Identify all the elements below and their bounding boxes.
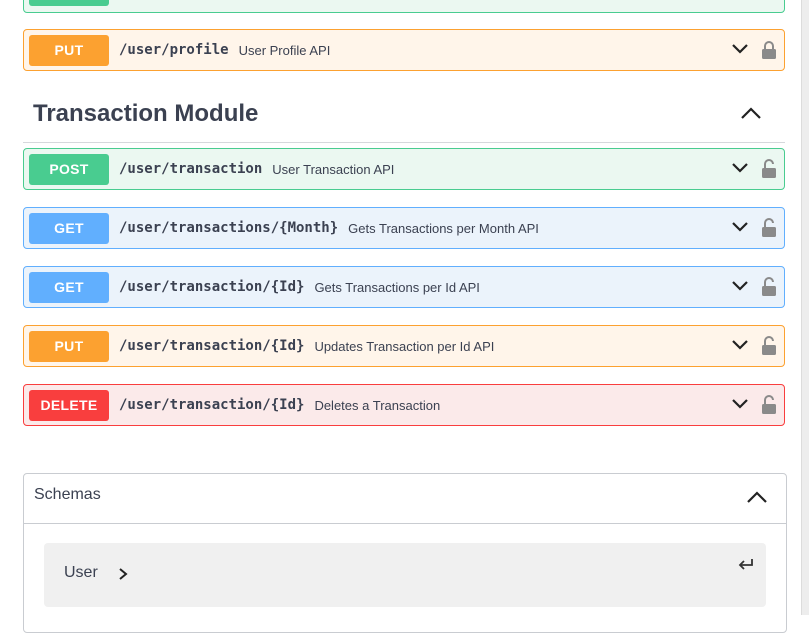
- chevron-up-icon[interactable]: [740, 106, 762, 120]
- operation-summary: Deletes a Transaction: [314, 397, 441, 413]
- chevron-down-icon[interactable]: [731, 280, 749, 292]
- operation-partial[interactable]: [23, 0, 785, 13]
- operation-get-transaction-id[interactable]: GET /user/transaction/{Id} Gets Transact…: [23, 266, 785, 308]
- operation-path: /user/transaction/{Id}: [119, 397, 305, 413]
- operation-path: /user/transaction: [119, 161, 263, 177]
- method-badge: PUT: [29, 34, 109, 66]
- method-badge: DELETE: [29, 389, 109, 421]
- schemas-header[interactable]: Schemas: [24, 474, 786, 524]
- chevron-down-icon[interactable]: [731, 221, 749, 233]
- chevron-down-icon[interactable]: [731, 398, 749, 410]
- section-title: Transaction Module: [33, 100, 259, 127]
- unlock-icon[interactable]: [761, 159, 777, 179]
- chevron-right-icon[interactable]: [118, 568, 128, 580]
- return-icon[interactable]: [737, 558, 755, 572]
- method-badge: POST: [29, 153, 109, 185]
- operation-summary: User Profile API: [238, 42, 331, 58]
- model-name: User: [64, 564, 98, 581]
- operation-path: /user/transaction/{Id}: [119, 338, 305, 354]
- operation-put-user-profile[interactable]: PUT /user/profile User Profile API: [23, 29, 785, 71]
- operation-summary: Gets Transactions per Month API: [348, 220, 539, 236]
- method-badge: GET: [29, 212, 109, 244]
- operation-post-transaction[interactable]: POST /user/transaction User Transaction …: [23, 148, 785, 190]
- unlock-icon[interactable]: [761, 277, 777, 297]
- chevron-up-icon[interactable]: [746, 490, 768, 504]
- scrollbar-track[interactable]: [801, 0, 809, 615]
- model-user[interactable]: User: [44, 543, 766, 607]
- operation-get-transactions-month[interactable]: GET /user/transactions/{Month} Gets Tran…: [23, 207, 785, 249]
- unlock-icon[interactable]: [761, 395, 777, 415]
- method-badge: GET: [29, 271, 109, 303]
- chevron-down-icon[interactable]: [731, 339, 749, 351]
- schemas-title: Schemas: [34, 486, 101, 503]
- unlock-icon[interactable]: [761, 336, 777, 356]
- schemas-panel: Schemas User: [23, 473, 787, 633]
- method-badge: PUT: [29, 330, 109, 362]
- operation-put-transaction-id[interactable]: PUT /user/transaction/{Id} Updates Trans…: [23, 325, 785, 367]
- section-divider: [23, 142, 785, 143]
- operation-path: /user/transactions/{Month}: [119, 220, 339, 236]
- chevron-down-icon[interactable]: [731, 162, 749, 174]
- operation-summary: Gets Transactions per Id API: [314, 279, 480, 295]
- unlock-icon[interactable]: [761, 218, 777, 238]
- chevron-down-icon[interactable]: [731, 43, 749, 55]
- method-badge-partial: [29, 0, 109, 6]
- operation-summary: User Transaction API: [272, 161, 395, 177]
- operation-summary: Updates Transaction per Id API: [314, 338, 495, 354]
- operation-path: /user/transaction/{Id}: [119, 279, 305, 295]
- lock-icon[interactable]: [761, 40, 777, 60]
- operation-path: /user/profile: [119, 42, 229, 58]
- operation-delete-transaction-id[interactable]: DELETE /user/transaction/{Id} Deletes a …: [23, 384, 785, 426]
